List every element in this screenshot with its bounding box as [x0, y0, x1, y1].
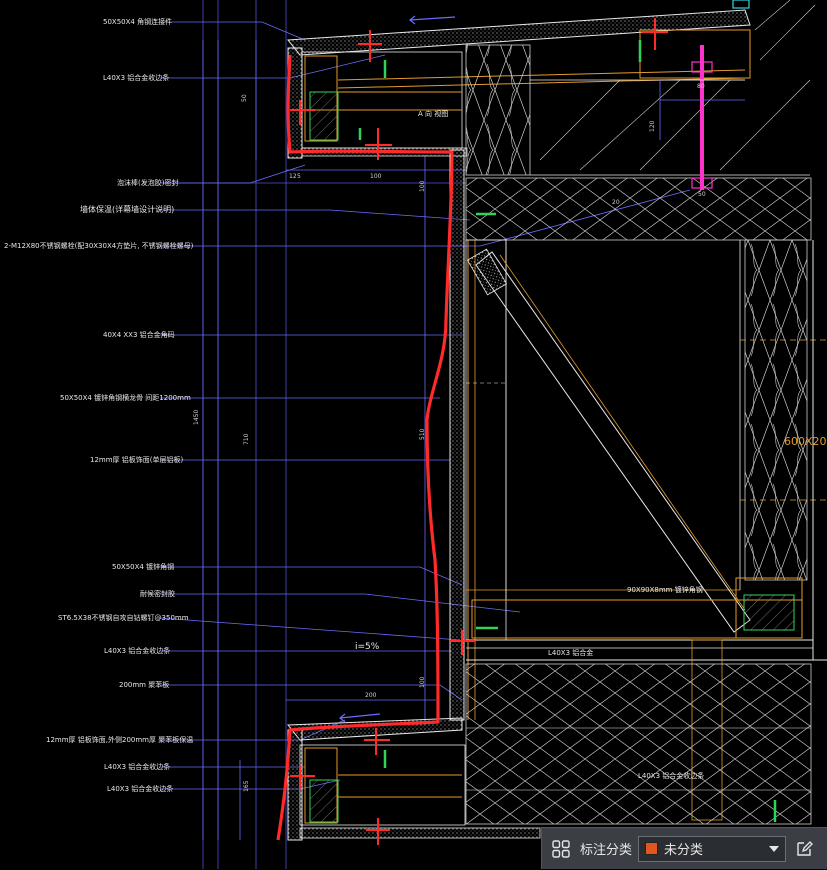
- bolt-assembly: [659, 45, 745, 190]
- label-angle-code: 40X4 XX3 铝合金角码: [103, 330, 175, 339]
- svg-text:100: 100: [370, 173, 382, 180]
- svg-text:50: 50: [241, 94, 248, 102]
- label-trim-bottom-2: L40X3 铝合金收边条: [107, 784, 173, 793]
- bottom-insulation: [465, 663, 812, 825]
- svg-text:100: 100: [419, 180, 426, 192]
- label-screw: ST6.5X38不锈钢自攻自钻螺钉@350mm: [58, 613, 189, 622]
- category-color-swatch: [645, 842, 659, 855]
- label-slope: i=5%: [355, 642, 380, 652]
- svg-text:1450: 1450: [193, 410, 200, 425]
- label-angle-90: 90X90X8mm 镀锌角钢: [627, 585, 703, 594]
- diagonal-brace: [466, 248, 751, 633]
- category-label: 标注分类: [580, 843, 633, 858]
- label-trim-top: L40X3 铝合金收边条: [103, 73, 169, 82]
- label-trim-mid: L40X3 铝合金收边条: [104, 646, 170, 655]
- label-trim-bottom-1: L40X3 铝合金收边条: [104, 762, 170, 771]
- label-bolt-spec: 2-M12X80不锈钢螺栓(配30X30X4方垫片, 不锈钢螺栓螺母): [4, 241, 194, 250]
- edit-icon[interactable]: [786, 828, 822, 870]
- svg-text:12: 12: [289, 173, 297, 180]
- label-l40-bottom: L40X3 铝合金收边条: [638, 771, 704, 780]
- annotation-labels: 50X50X4 角钢连接件 L40X3 铝合金收边条 泡沫棒(发泡胶)密封 墙体…: [4, 17, 194, 793]
- svg-text:510: 510: [419, 428, 426, 440]
- svg-text:710: 710: [243, 433, 250, 445]
- svg-text:80: 80: [697, 83, 705, 90]
- label-aluminium-panel: 12mm厚 铝板饰面(单层铝板): [90, 455, 184, 464]
- label-sealant: 耐候密封胶: [140, 589, 175, 598]
- svg-text:20: 20: [612, 199, 620, 206]
- grid-icon[interactable]: [542, 828, 580, 870]
- svg-text:5: 5: [297, 173, 301, 180]
- svg-text:100: 100: [419, 676, 426, 688]
- cad-detail-drawing[interactable]: 50X50X4 角钢连接件 L40X3 铝合金收边条 泡沫棒(发泡胶)密封 墙体…: [0, 0, 827, 869]
- label-keel: 50X50X4 镀锌角钢横龙骨 间距1200mm: [60, 393, 191, 402]
- svg-text:120: 120: [649, 120, 656, 132]
- svg-text:200: 200: [365, 692, 377, 699]
- label-wall-insulation: 墙体保温(详幕墙设计说明): [80, 204, 174, 214]
- category-select[interactable]: 未分类: [638, 835, 787, 862]
- chevron-down-icon: [769, 845, 780, 852]
- annotation-toolbar: 标注分类 未分类: [541, 827, 827, 869]
- label-size-right: 600X200: [784, 435, 827, 448]
- svg-text:165: 165: [243, 780, 250, 792]
- category-selected-value: 未分类: [664, 843, 704, 858]
- label-angle-low: 50X50X4 镀锌角钢: [112, 562, 174, 571]
- svg-text:50: 50: [698, 191, 706, 198]
- label-a-view: A 向 视图: [418, 109, 448, 118]
- label-angle-top: 50X50X4 角钢连接件: [103, 17, 172, 26]
- label-l40-inner: L40X3 铝合金: [548, 648, 593, 657]
- label-polystyrene: 200mm 聚苯板: [119, 680, 169, 689]
- label-panel-bottom: 12mm厚 铝板饰面,外侧200mm厚 聚苯板保温: [46, 735, 193, 744]
- label-foam-seal: 泡沫棒(发泡胶)密封: [117, 178, 178, 187]
- cyan-marker: [732, 0, 750, 9]
